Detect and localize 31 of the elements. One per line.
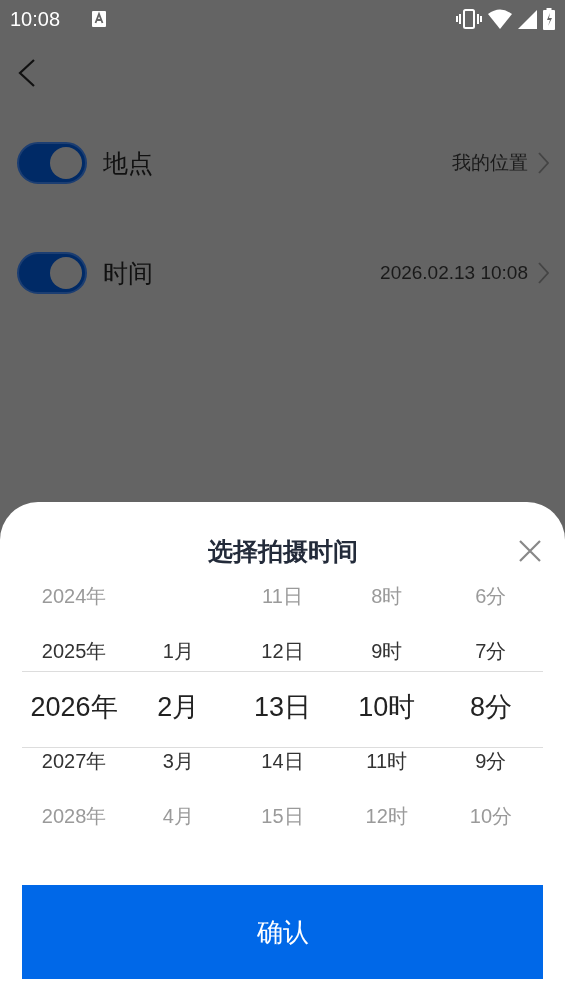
chevron-icon[interactable] [538,262,549,284]
sheet-title: 选择拍摄时间 [207,536,358,568]
toggle-switch[interactable] [17,252,87,294]
picker-item[interactable]: 9分 [475,734,507,789]
picker-item[interactable]: 11时 [366,734,408,789]
picker-item[interactable]: 2026年 [30,679,118,734]
battery-icon [543,8,555,30]
picker-item[interactable]: 8分 [469,679,512,734]
picker-item[interactable]: 9时 [371,624,403,679]
chevron-icon[interactable] [538,152,549,174]
wifi-icon [488,9,512,29]
status-time: 10:08 [10,7,61,31]
keyboard-icon [92,11,107,27]
back-icon[interactable] [18,59,36,87]
signal-icon [518,9,537,29]
picker-item[interactable]: 2月 [157,679,200,734]
picker-item[interactable]: 3月 [162,734,194,789]
picker-item[interactable]: 2027年 [41,734,107,789]
close-icon[interactable] [519,540,541,562]
picker-item[interactable]: 2025年 [41,624,107,679]
setting-label: 时间 [103,257,153,290]
picker-item[interactable]: 14日 [261,734,304,789]
picker-item[interactable]: 7分 [475,624,507,679]
picker-item[interactable]: 13日 [253,679,311,734]
picker-item[interactable]: 10时 [358,679,416,734]
setting-label: 地点 [103,147,153,180]
picker-item[interactable]: 12日 [261,624,304,679]
toggle-switch[interactable] [17,142,87,184]
picker-item[interactable]: 1月 [162,624,194,679]
vibrate-icon [456,9,482,29]
confirm-button[interactable]: 确认 [22,885,543,979]
